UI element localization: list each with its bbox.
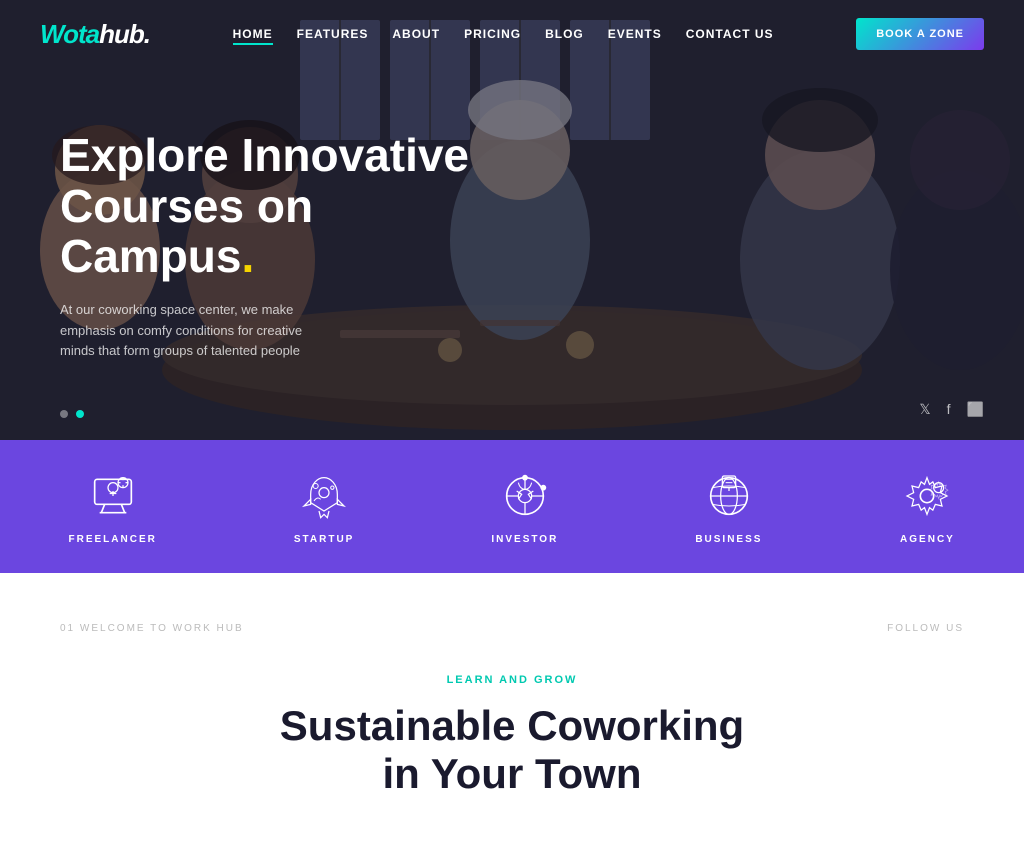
nav-events[interactable]: EVENTS xyxy=(608,27,662,41)
feature-startup-label: STARTUP xyxy=(294,534,354,545)
nav-contact[interactable]: CONTACT US xyxy=(686,27,774,41)
facebook-icon[interactable]: f xyxy=(947,401,951,418)
nav-home[interactable]: HOME xyxy=(233,27,273,45)
rocket-icon xyxy=(296,468,352,524)
nav-blog[interactable]: BLOG xyxy=(545,27,584,41)
feature-freelancer-label: FREELANCER xyxy=(69,534,157,545)
nav-pricing[interactable]: PRICING xyxy=(464,27,521,41)
instagram-icon[interactable]: ⬜ xyxy=(967,401,984,418)
welcome-section-main: LEARN AND GROW Sustainable Coworking in … xyxy=(0,664,1024,849)
feature-investor[interactable]: INVESTOR xyxy=(491,468,558,545)
book-zone-button[interactable]: BOOK A ZONE xyxy=(856,18,984,50)
welcome-label-right: FOLLOW US xyxy=(887,623,964,634)
hero-social: 𝕏 f ⬜ xyxy=(919,401,984,418)
twitter-icon[interactable]: 𝕏 xyxy=(919,401,930,418)
logo-hub: hub. xyxy=(99,19,150,49)
hero-description: At our coworking space center, we make e… xyxy=(60,300,340,362)
feature-agency-label: AGENCY xyxy=(900,534,955,545)
feature-agency[interactable]: AGENCY xyxy=(899,468,955,545)
dot-1[interactable] xyxy=(60,410,68,418)
globe-icon xyxy=(701,468,757,524)
feature-startup[interactable]: STARTUP xyxy=(294,468,354,545)
welcome-label-left: 01 WELCOME TO WORK HUB xyxy=(60,623,244,634)
navbar: Wotahub. HOME FEATURES ABOUT PRICING BLO… xyxy=(0,0,1024,68)
hero-dots xyxy=(60,410,84,418)
dot-2[interactable] xyxy=(76,410,84,418)
nav-about[interactable]: ABOUT xyxy=(392,27,440,41)
section-tag: LEARN AND GROW xyxy=(447,674,578,686)
logo-wota: Wota xyxy=(40,19,99,49)
feature-business-label: BUSINESS xyxy=(695,534,762,545)
hero-content: Explore Innovative Courses on Campus. At… xyxy=(60,130,500,362)
hero-title: Explore Innovative Courses on Campus. xyxy=(60,130,500,282)
monitor-icon xyxy=(85,468,141,524)
feature-business[interactable]: BUSINESS xyxy=(695,468,762,545)
features-bar: FREELANCER STARTUP xyxy=(0,440,1024,573)
nav-features[interactable]: FEATURES xyxy=(297,27,369,41)
feature-freelancer[interactable]: FREELANCER xyxy=(69,468,157,545)
welcome-section-header: 01 WELCOME TO WORK HUB FOLLOW US xyxy=(0,573,1024,664)
nav-links: HOME FEATURES ABOUT PRICING BLOG EVENTS … xyxy=(233,25,774,43)
gear-cog-icon xyxy=(899,468,955,524)
logo[interactable]: Wotahub. xyxy=(40,19,150,50)
section-title: Sustainable Coworking in Your Town xyxy=(280,702,744,799)
chart-icon xyxy=(497,468,553,524)
feature-investor-label: INVESTOR xyxy=(491,534,558,545)
hero-title-dot: . xyxy=(241,230,254,282)
